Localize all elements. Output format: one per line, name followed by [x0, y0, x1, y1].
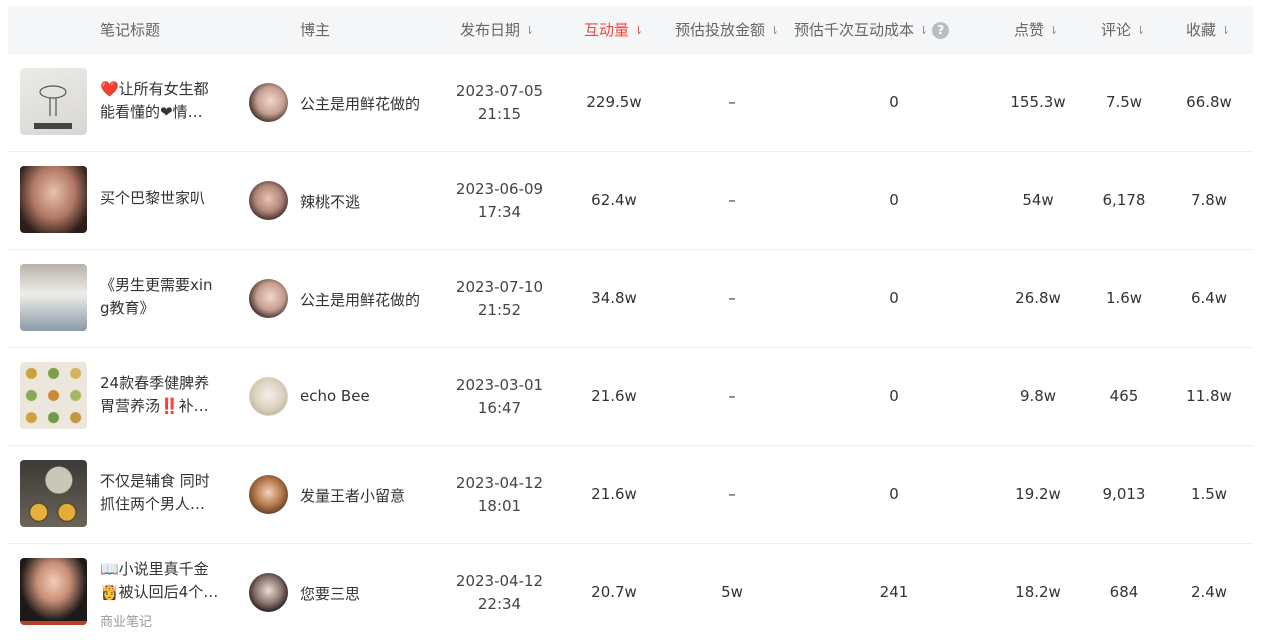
likes-value: 26.8w — [1015, 289, 1061, 307]
favorites-value: 6.4w — [1190, 289, 1228, 307]
blogger-name[interactable]: 发量王者小留意 — [300, 485, 405, 506]
note-thumbnail[interactable] — [20, 362, 87, 429]
publish-date: 2023-04-12 22:34 — [455, 572, 544, 613]
table-row[interactable]: 买个巴黎世家叭 辣桃不逃 2023-06-09 17:34 62.4w – 0 5… — [8, 152, 1253, 250]
header-interactions[interactable]: 互动量 ⇂ — [584, 6, 643, 54]
note-thumbnail[interactable] — [20, 558, 87, 625]
blogger-name[interactable]: 公主是用鲜花做的 — [300, 289, 420, 310]
sort-icon[interactable]: ⇂ — [525, 7, 534, 55]
favorites-value: 11.8w — [1186, 387, 1232, 405]
publish-date: 2023-07-10 21:52 — [455, 278, 544, 319]
sort-icon[interactable]: ⇂ — [770, 7, 779, 55]
blogger-name[interactable]: 辣桃不逃 — [300, 191, 360, 212]
interactions-value: 229.5w — [586, 93, 642, 111]
avatar[interactable] — [249, 279, 288, 318]
header-favorites[interactable]: 收藏 ⇂ — [1186, 6, 1230, 54]
favorites-value: 66.8w — [1186, 93, 1232, 111]
interactions-value: 20.7w — [591, 583, 637, 601]
header-comments[interactable]: 评论 ⇂ — [1101, 6, 1145, 54]
sort-icon[interactable]: ⇂ — [1221, 7, 1230, 55]
publish-date: 2023-03-01 16:47 — [455, 376, 544, 417]
blogger-name[interactable]: 您要三思 — [300, 583, 360, 604]
sort-icon[interactable]: ⇂ — [919, 7, 928, 55]
est-spend-value: – — [728, 93, 736, 111]
blogger-name[interactable]: echo Bee — [300, 387, 370, 405]
note-thumbnail[interactable] — [20, 68, 87, 135]
header-est-cpe[interactable]: 预估千次互动成本 ⇂? — [794, 6, 950, 55]
est-spend-value: – — [728, 485, 736, 503]
avatar[interactable] — [249, 377, 288, 416]
note-thumbnail[interactable] — [20, 264, 87, 331]
sort-icon[interactable]: ⇂ — [1049, 7, 1058, 55]
note-title[interactable]: 不仅是辅食 同时 抓住两个男人… — [100, 470, 225, 516]
est-spend-value: – — [728, 289, 736, 307]
likes-value: 155.3w — [1010, 93, 1066, 111]
note-title[interactable]: 买个巴黎世家叭 — [100, 187, 225, 210]
table-header: 笔记标题 博主 发布日期 ⇂ 互动量 ⇂ 预估投放金额 ⇂ 预估千次互动成本 ⇂? 点赞… — [8, 6, 1253, 54]
table-row[interactable]: 《男生更需要xin g教育》 公主是用鲜花做的 2023-07-10 21:52 … — [8, 250, 1253, 348]
sort-icon[interactable]: ⇂ — [634, 7, 643, 55]
table-row[interactable]: 📖小说里真千金 👸被认回后4个… 商业笔记 您要三思 2023-04-12 22:… — [8, 544, 1253, 642]
avatar[interactable] — [249, 573, 288, 612]
sort-icon[interactable]: ⇂ — [1136, 7, 1145, 55]
est-spend-value: – — [728, 387, 736, 405]
favorites-value: 1.5w — [1190, 485, 1228, 503]
comments-value: 9,013 — [1102, 485, 1146, 503]
note-title[interactable]: 《男生更需要xin g教育》 — [100, 274, 225, 320]
comments-value: 7.5w — [1105, 93, 1143, 111]
header-date[interactable]: 发布日期 ⇂ — [460, 6, 534, 54]
note-title[interactable]: 24款春季健脾养 胃营养汤‼️补… — [100, 372, 225, 418]
note-title[interactable]: ❤️让所有女生都 能看懂的❤情… — [100, 78, 225, 124]
publish-date: 2023-07-05 21:15 — [455, 82, 544, 123]
header-est-spend[interactable]: 预估投放金额 ⇂ — [675, 6, 779, 54]
est-spend-value: 5w — [721, 583, 743, 601]
comments-value: 1.6w — [1105, 289, 1143, 307]
publish-date: 2023-06-09 17:34 — [455, 180, 544, 221]
header-title: 笔记标题 — [100, 21, 161, 39]
blogger-name[interactable]: 公主是用鲜花做的 — [300, 93, 420, 114]
favorites-value: 7.8w — [1190, 191, 1228, 209]
est-cpe-value: 241 — [879, 583, 909, 601]
est-spend-value: – — [728, 191, 736, 209]
interactions-value: 34.8w — [591, 289, 637, 307]
avatar[interactable] — [249, 475, 288, 514]
avatar[interactable] — [249, 83, 288, 122]
likes-value: 54w — [1022, 191, 1054, 209]
interactions-value: 62.4w — [591, 191, 637, 209]
est-cpe-value: 0 — [889, 93, 899, 111]
note-thumbnail[interactable] — [20, 166, 87, 233]
note-title[interactable]: 📖小说里真千金 👸被认回后4个… — [100, 558, 225, 604]
est-cpe-value: 0 — [889, 289, 899, 307]
likes-value: 18.2w — [1015, 583, 1061, 601]
table-row[interactable]: 24款春季健脾养 胃营养汤‼️补… echo Bee 2023-03-01 16:… — [8, 348, 1253, 446]
est-cpe-value: 0 — [889, 387, 899, 405]
table-row[interactable]: ❤️让所有女生都 能看懂的❤情… 公主是用鲜花做的 2023-07-05 21:1… — [8, 54, 1253, 152]
comments-value: 684 — [1109, 583, 1139, 601]
header-likes[interactable]: 点赞 ⇂ — [1014, 6, 1058, 54]
header-blogger: 博主 — [300, 21, 331, 39]
notes-table: 笔记标题 博主 发布日期 ⇂ 互动量 ⇂ 预估投放金额 ⇂ 预估千次互动成本 ⇂? 点赞… — [8, 6, 1253, 630]
avatar[interactable] — [249, 181, 288, 220]
commercial-note-tag: 商业笔记 — [100, 615, 153, 630]
est-cpe-value: 0 — [889, 485, 899, 503]
likes-value: 9.8w — [1019, 387, 1057, 405]
table-row[interactable]: 不仅是辅食 同时 抓住两个男人… 发量王者小留意 2023-04-12 18:01… — [8, 446, 1253, 544]
comments-value: 465 — [1109, 387, 1139, 405]
favorites-value: 2.4w — [1190, 583, 1228, 601]
interactions-value: 21.6w — [591, 387, 637, 405]
comments-value: 6,178 — [1102, 191, 1146, 209]
publish-date: 2023-04-12 18:01 — [455, 474, 544, 515]
interactions-value: 21.6w — [591, 485, 637, 503]
note-thumbnail[interactable] — [20, 460, 87, 527]
likes-value: 19.2w — [1015, 485, 1061, 503]
est-cpe-value: 0 — [889, 191, 899, 209]
help-icon[interactable]: ? — [932, 22, 950, 39]
